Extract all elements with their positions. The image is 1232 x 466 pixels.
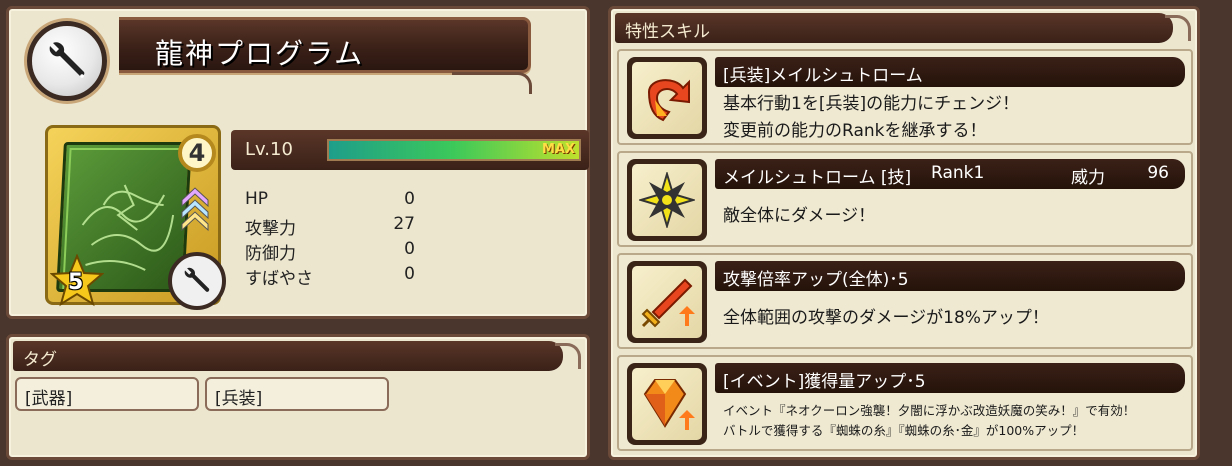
skill-desc-line: イベント『ネオクーロン強襲！夕闇に浮かぶ改造妖魔の笑み！』で有効！ (723, 403, 1136, 418)
skill-name: [イベント]獲得量アップ･5 (723, 372, 926, 392)
stat-value: 0 (404, 239, 415, 259)
stat-row-defense: 防御力 0 (245, 239, 415, 264)
skill-name: メイルシュトローム [技] (723, 168, 912, 188)
stat-value: 0 (404, 189, 415, 209)
rank-chevron-icon (180, 182, 210, 232)
skill-icon-frame (627, 261, 707, 343)
skill-icon-frame (627, 57, 707, 139)
item-name: 龍神プログラム (155, 37, 365, 70)
skill-name-bar: [兵装]メイルシュトローム (715, 57, 1185, 87)
skill-name: 攻撃倍率アップ(全体)･5 (723, 270, 909, 290)
gem-up-icon (643, 379, 695, 430)
item-category-wrench-icon (27, 21, 107, 101)
skill-rank: Rank1 (931, 163, 985, 183)
tag-chip-armament[interactable]: [兵装] (205, 377, 389, 411)
stat-label: すばやさ (245, 269, 313, 289)
skill-name-bar: 攻撃倍率アップ(全体)･5 (715, 261, 1185, 291)
tag-header-title: タグ (23, 350, 57, 370)
stat-row-attack: 攻撃力 27 (245, 214, 415, 239)
stats-list: HP 0 攻撃力 27 防御力 0 すばやさ 0 (245, 189, 415, 289)
stat-label: 防御力 (245, 244, 296, 264)
skill-description: 基本行動1を[兵装]の能力にチェンジ！ 変更前の能力のRankを継承する！ (723, 91, 1183, 145)
skill-row[interactable]: メイルシュトローム [技] Rank1 威力 96 敵全体にダメージ！ (617, 151, 1193, 247)
stat-row-speed: すばやさ 0 (245, 264, 415, 289)
skill-name-bar: メイルシュトローム [技] Rank1 威力 96 (715, 159, 1185, 189)
tag-panel: タグ [武器] [兵装] (6, 334, 590, 460)
banner-flourish (452, 72, 532, 94)
stat-label: HP (245, 189, 269, 209)
swap-arrow-icon (647, 79, 690, 122)
skill-row[interactable]: [イベント]獲得量アップ･5 イベント『ネオクーロン強襲！夕闇に浮かぶ改造妖魔の… (617, 355, 1193, 451)
skill-header-title: 特性スキル (625, 22, 710, 42)
skill-row[interactable]: 攻撃倍率アップ(全体)･5 全体範囲の攻撃のダメージが18%アップ！ (617, 253, 1193, 349)
header-flourish (555, 343, 581, 369)
exp-max-label: MAX (541, 142, 575, 157)
skill-power-value: 96 (1147, 163, 1169, 183)
stat-row-hp: HP 0 (245, 189, 415, 214)
skill-power-label: 威力 (1071, 168, 1105, 188)
skill-desc-line: 変更前の能力のRankを継承する！ (723, 121, 987, 141)
exp-progress-bar: MAX (327, 139, 581, 161)
skill-desc-line: 敵全体にダメージ！ (723, 206, 876, 226)
sword-up-icon (641, 278, 695, 328)
skill-desc-line: 全体範囲の攻撃のダメージが18%アップ！ (723, 308, 1049, 328)
level-label: Lv.10 (245, 139, 293, 160)
stat-label: 攻撃力 (245, 219, 296, 239)
skill-description: イベント『ネオクーロン強襲！夕闇に浮かぶ改造妖魔の笑み！』で有効！ バトルで獲得… (723, 401, 1183, 441)
item-level-badge: 4 (178, 134, 216, 172)
skill-name: [兵装]メイルシュトローム (723, 66, 923, 86)
shuriken-icon (639, 172, 695, 228)
skill-desc-line: 基本行動1を[兵装]の能力にチェンジ！ (723, 94, 1020, 114)
rarity-star-count: 5 (68, 270, 84, 295)
level-bar: Lv.10 MAX (231, 130, 589, 170)
item-card[interactable]: 4 5 (45, 125, 226, 310)
skill-icon-frame (627, 159, 707, 241)
stat-value: 0 (404, 264, 415, 284)
skill-icon-frame (627, 363, 707, 445)
skill-description: 全体範囲の攻撃のダメージが18%アップ！ (723, 305, 1183, 332)
skill-description: 敵全体にダメージ！ (723, 203, 1183, 230)
tag-chip-weapon[interactable]: [武器] (15, 377, 199, 411)
item-detail-panel: 龍神プログラム 4 5 Lv.10 MAX HP 0 攻撃力 27 防御力 0 … (6, 6, 590, 319)
skill-row[interactable]: [兵装]メイルシュトローム 基本行動1を[兵装]の能力にチェンジ！ 変更前の能力… (617, 49, 1193, 145)
item-type-wrench-icon (168, 252, 226, 310)
tag-section-header: タグ (13, 341, 581, 371)
skill-panel: 特性スキル [兵装]メイルシュトローム 基本行動1を[兵装]の能力にチェンジ！ … (608, 6, 1200, 460)
skill-section-header: 特性スキル (615, 13, 1191, 43)
stat-value: 27 (393, 214, 415, 234)
skill-desc-line: バトルで獲得する『蜘蛛の糸』『蜘蛛の糸･金』が100%アップ！ (723, 423, 1085, 438)
item-title-banner: 龍神プログラム (119, 17, 532, 94)
skill-name-bar: [イベント]獲得量アップ･5 (715, 363, 1185, 393)
header-flourish (1165, 15, 1191, 41)
